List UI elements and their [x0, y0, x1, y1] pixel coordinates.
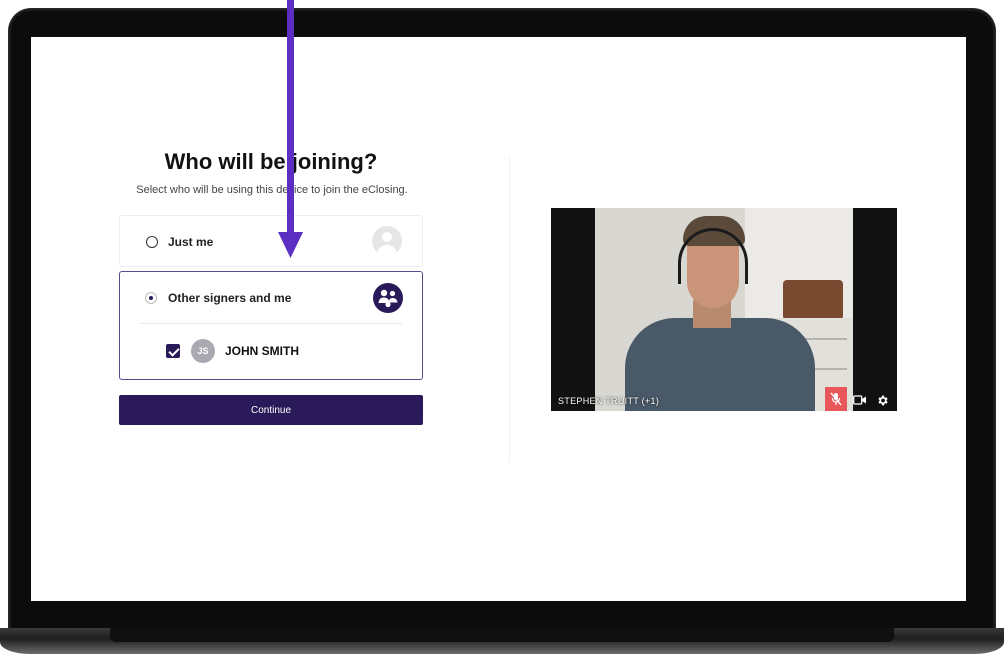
laptop-base-notch	[110, 628, 894, 642]
card-divider	[140, 323, 402, 324]
continue-button[interactable]: Continue	[119, 395, 423, 425]
avatar: JS	[191, 339, 215, 363]
video-tile: STEPHEN TRUITT (+1)	[551, 208, 897, 411]
annotation-arrow	[278, 0, 303, 258]
camera-icon[interactable]	[853, 393, 867, 407]
radio-other-signers[interactable]	[145, 292, 157, 304]
signer-name: JOHN SMITH	[225, 344, 300, 358]
app-screen: Who will be joining? Select who will be …	[31, 37, 966, 601]
page-subtitle: Select who will be using this device to …	[136, 184, 408, 196]
option-other-signers[interactable]: Other signers and me JS JOHN SMITH	[119, 271, 423, 380]
microphone-muted-icon[interactable]	[825, 387, 847, 411]
gear-icon[interactable]	[875, 393, 889, 407]
option-just-me[interactable]: Just me	[119, 215, 423, 267]
signer-checkbox[interactable]	[166, 344, 180, 358]
option-just-me-label: Just me	[168, 235, 214, 249]
group-icon	[373, 283, 403, 313]
participant-name: STEPHEN TRUITT (+1)	[558, 396, 660, 406]
radio-just-me[interactable]	[146, 236, 158, 248]
video-feed	[595, 208, 853, 411]
option-other-signers-label: Other signers and me	[168, 291, 292, 305]
column-divider	[509, 157, 510, 462]
person-icon	[372, 226, 402, 256]
page-title: Who will be joining?	[164, 149, 378, 174]
